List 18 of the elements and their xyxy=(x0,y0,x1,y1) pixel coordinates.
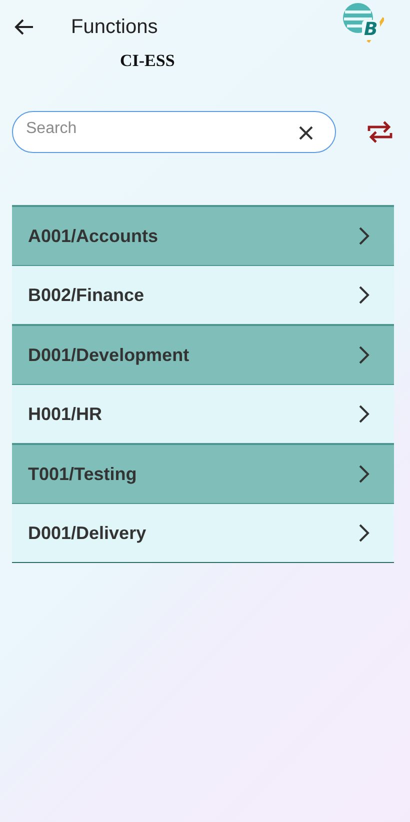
chevron-icon xyxy=(358,226,370,246)
close-icon[interactable] xyxy=(298,125,314,141)
list-item[interactable]: D001/Development xyxy=(12,324,394,384)
search-field[interactable]: Search xyxy=(12,111,336,153)
list-item[interactable]: A001/Accounts xyxy=(12,205,394,265)
swap-icon[interactable] xyxy=(366,119,394,145)
list-item[interactable]: D001/Delivery xyxy=(12,503,394,562)
chevron-icon xyxy=(358,464,370,484)
logo: B xyxy=(342,2,384,44)
list-item[interactable]: T001/Testing xyxy=(12,443,394,503)
list-item[interactable]: B002/Finance xyxy=(12,265,394,324)
chevron-icon xyxy=(358,523,370,543)
page-title: Functions xyxy=(71,16,159,38)
chevron-icon xyxy=(358,285,370,305)
chevron-icon xyxy=(358,404,370,424)
list-item[interactable]: H001/HR xyxy=(12,384,394,443)
chevron-icon xyxy=(358,345,370,365)
app-name: CI-ESS xyxy=(120,51,176,72)
